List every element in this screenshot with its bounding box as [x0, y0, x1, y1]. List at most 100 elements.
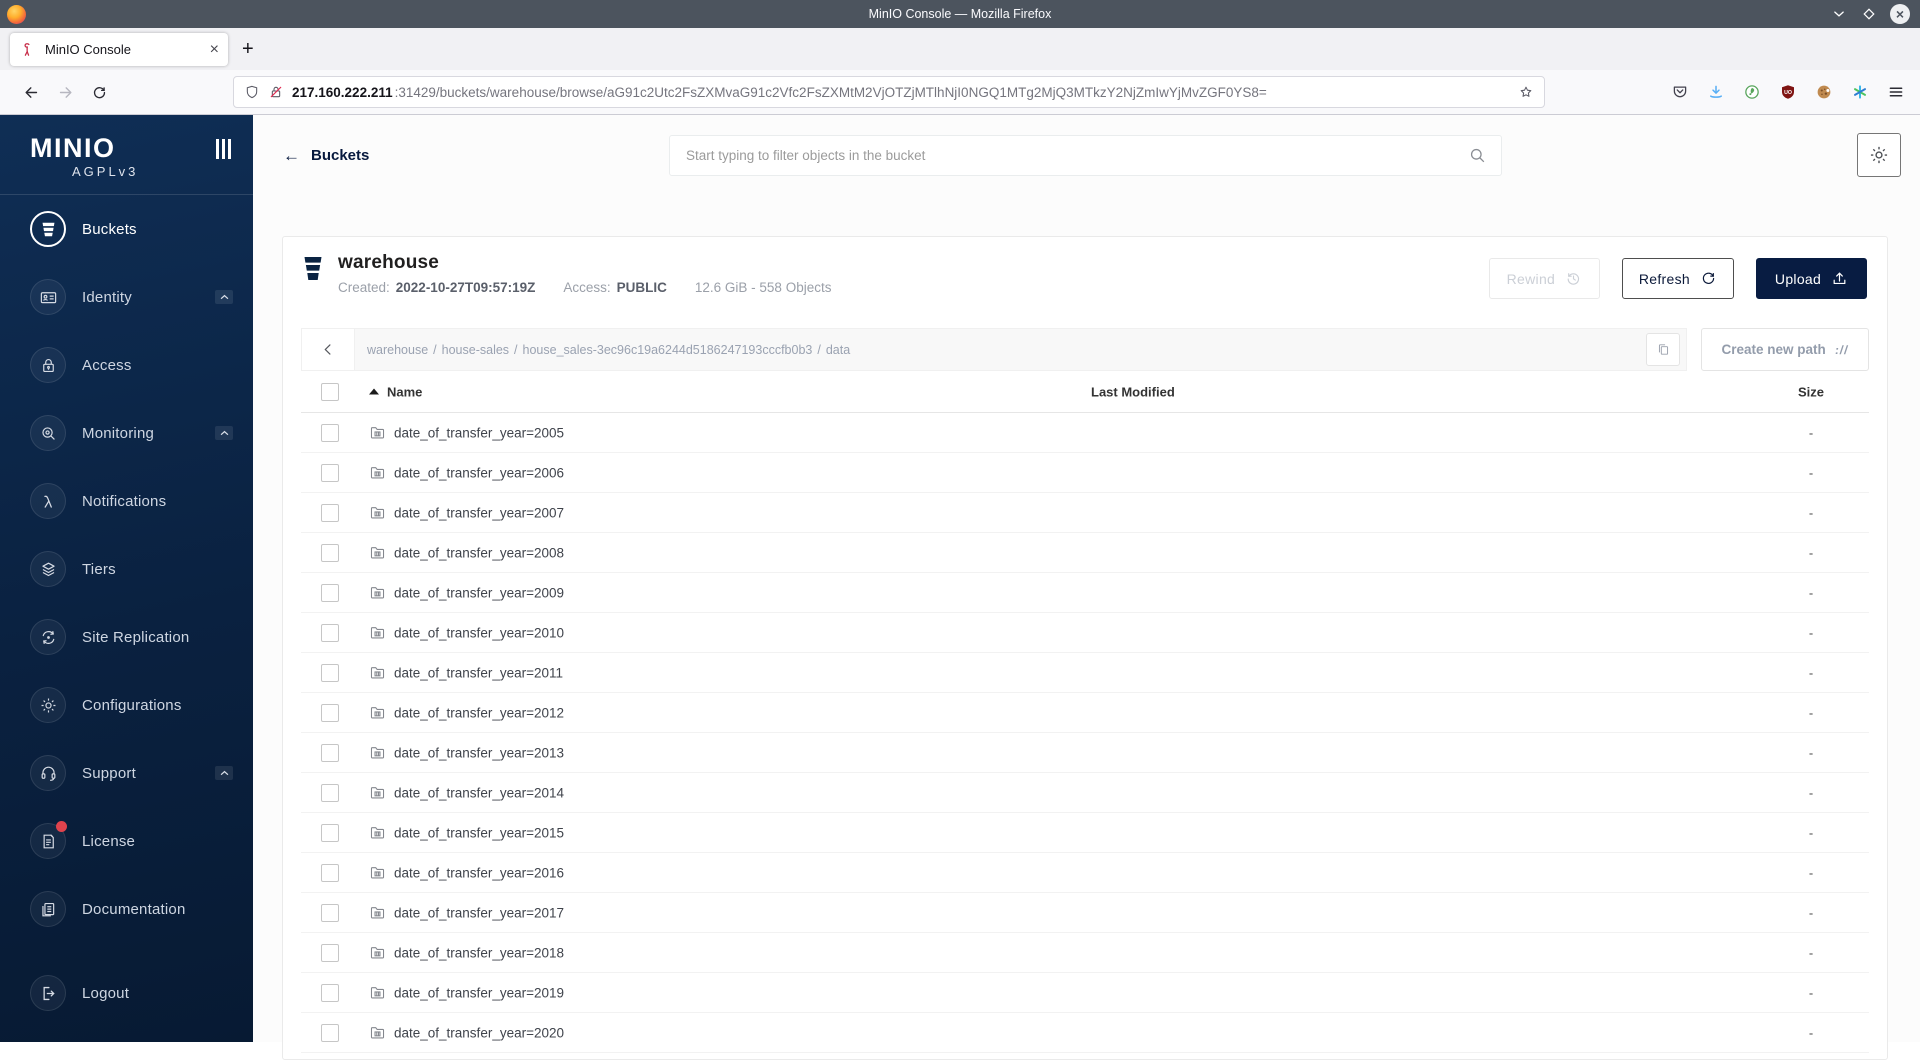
table-row[interactable]: date_of_transfer_year=2009 -	[301, 573, 1869, 613]
sidebar-item-configurations[interactable]: Configurations	[0, 671, 253, 739]
chevron-up-icon[interactable]	[215, 766, 233, 780]
pocket-icon[interactable]	[1666, 78, 1694, 106]
folder-icon	[369, 1024, 386, 1041]
table-row[interactable]: date_of_transfer_year=2011 -	[301, 653, 1869, 693]
table-row[interactable]: date_of_transfer_year=2012 -	[301, 693, 1869, 733]
row-checkbox[interactable]	[321, 903, 339, 922]
table-row[interactable]: date_of_transfer_year=2005 -	[301, 413, 1869, 453]
row-checkbox[interactable]	[321, 943, 339, 962]
downloads-icon[interactable]	[1702, 78, 1730, 106]
extension-green-icon[interactable]	[1738, 78, 1766, 106]
colorful-asterisk-extension-icon[interactable]	[1846, 78, 1874, 106]
url-path: :31429/buckets/warehouse/browse/aG91c2Ut…	[394, 84, 1267, 100]
gear-icon	[1870, 146, 1888, 164]
row-checkbox[interactable]	[321, 423, 339, 442]
table-row[interactable]: date_of_transfer_year=2007 -	[301, 493, 1869, 533]
browser-tab[interactable]: MinIO Console ×	[10, 33, 228, 66]
row-checkbox[interactable]	[321, 783, 339, 802]
breadcrumb-segment[interactable]: warehouse	[367, 343, 428, 357]
insecure-lock-icon[interactable]	[268, 84, 284, 100]
upload-button[interactable]: Upload	[1756, 258, 1867, 299]
row-checkbox[interactable]	[321, 983, 339, 1002]
support-headset-icon	[30, 755, 66, 791]
row-checkbox[interactable]	[321, 503, 339, 522]
row-checkbox[interactable]	[321, 823, 339, 842]
ublock-origin-icon[interactable]: UO	[1774, 78, 1802, 106]
column-header-size[interactable]: Size	[1731, 384, 1891, 399]
breadcrumb-segment[interactable]: house-sales	[442, 343, 509, 357]
folder-icon	[369, 904, 386, 921]
table-row[interactable]: date_of_transfer_year=2020 -	[301, 1013, 1869, 1053]
window-close-button[interactable]: ×	[1890, 4, 1910, 24]
sidebar-item-site-replication[interactable]: Site Replication	[0, 603, 253, 671]
main-content: ← Buckets warehouse	[253, 115, 1920, 1060]
sidebar-item-monitoring[interactable]: Monitoring	[0, 399, 253, 467]
sidebar-item-support[interactable]: Support	[0, 739, 253, 807]
table-row[interactable]: date_of_transfer_year=2018 -	[301, 933, 1869, 973]
bookmark-star-icon[interactable]	[1518, 84, 1534, 100]
filter-search-box	[669, 135, 1502, 176]
firefox-window: MinIO Console — Mozilla Firefox × MinIO …	[0, 0, 1920, 1060]
new-tab-button[interactable]: +	[242, 39, 254, 59]
minio-logo-block: MINIO AGPLv3	[0, 115, 253, 195]
create-new-path-button[interactable]: Create new path ://	[1701, 328, 1869, 371]
back-to-buckets[interactable]: ← Buckets	[283, 147, 369, 164]
breadcrumb-back-button[interactable]	[302, 329, 355, 370]
window-maximize-diamond-button[interactable]	[1860, 5, 1878, 23]
sidebar-collapse-icon[interactable]	[216, 139, 231, 159]
folder-icon	[369, 944, 386, 961]
rewind-button[interactable]: Rewind	[1488, 258, 1600, 299]
sidebar-item-logout[interactable]: Logout	[0, 959, 253, 1027]
table-row[interactable]: date_of_transfer_year=2016 -	[301, 853, 1869, 893]
back-arrow-icon[interactable]	[14, 84, 48, 101]
refresh-button[interactable]: Refresh	[1621, 258, 1734, 299]
url-bar[interactable]: 217.160.222.211 :31429/buckets/warehouse…	[233, 76, 1545, 108]
row-checkbox[interactable]	[321, 743, 339, 762]
table-row[interactable]: date_of_transfer_year=2006 -	[301, 453, 1869, 493]
row-checkbox[interactable]	[321, 863, 339, 882]
hamburger-menu-icon[interactable]	[1882, 78, 1910, 106]
window-minimize-chevron-button[interactable]	[1830, 5, 1848, 23]
tab-close-icon[interactable]: ×	[210, 41, 219, 58]
forward-arrow-icon[interactable]	[48, 84, 82, 101]
row-checkbox[interactable]	[321, 1023, 339, 1042]
column-header-last-modified[interactable]: Last Modified	[1091, 384, 1175, 399]
row-checkbox[interactable]	[321, 623, 339, 642]
sidebar-item-notifications[interactable]: Notifications	[0, 467, 253, 535]
search-input[interactable]	[684, 147, 1468, 164]
breadcrumb-segment[interactable]: data	[826, 343, 850, 357]
cookie-extension-icon[interactable]	[1810, 78, 1838, 106]
copy-path-button[interactable]	[1646, 333, 1680, 366]
page-header: ← Buckets	[253, 115, 1920, 236]
sidebar-item-access[interactable]: Access	[0, 331, 253, 399]
row-checkbox[interactable]	[321, 463, 339, 482]
reload-icon[interactable]	[82, 84, 116, 101]
sidebar-item-identity[interactable]: Identity	[0, 263, 253, 331]
bucket-settings-button[interactable]	[1857, 133, 1901, 177]
select-all-checkbox[interactable]	[321, 382, 339, 401]
chevron-up-icon[interactable]	[215, 426, 233, 440]
row-checkbox[interactable]	[321, 583, 339, 602]
table-row[interactable]: date_of_transfer_year=2014 -	[301, 773, 1869, 813]
table-row[interactable]: date_of_transfer_year=2015 -	[301, 813, 1869, 853]
sidebar-item-tiers[interactable]: Tiers	[0, 535, 253, 603]
sidebar-item-buckets[interactable]: Buckets	[0, 195, 253, 263]
row-checkbox[interactable]	[321, 703, 339, 722]
identity-card-icon	[30, 279, 66, 315]
window-titlebar: MinIO Console — Mozilla Firefox ×	[0, 0, 1920, 28]
chevron-up-icon[interactable]	[215, 290, 233, 304]
table-row[interactable]: date_of_transfer_year=2010 -	[301, 613, 1869, 653]
column-header-name[interactable]: Name	[387, 384, 422, 399]
row-checkbox[interactable]	[321, 543, 339, 562]
table-row[interactable]: date_of_transfer_year=2017 -	[301, 893, 1869, 933]
breadcrumb-separator: /	[817, 342, 821, 357]
row-checkbox[interactable]	[321, 663, 339, 682]
sidebar-item-documentation[interactable]: Documentation	[0, 875, 253, 943]
table-row[interactable]: date_of_transfer_year=2019 -	[301, 973, 1869, 1013]
table-row[interactable]: date_of_transfer_year=2008 -	[301, 533, 1869, 573]
breadcrumb-segment[interactable]: house_sales-3ec96c19a6244d5186247193cccf…	[523, 343, 813, 357]
table-row[interactable]: date_of_transfer_year=2013 -	[301, 733, 1869, 773]
sort-ascending-icon[interactable]	[369, 388, 379, 395]
tracking-shield-icon[interactable]	[244, 84, 260, 100]
sidebar-item-license[interactable]: License	[0, 807, 253, 875]
